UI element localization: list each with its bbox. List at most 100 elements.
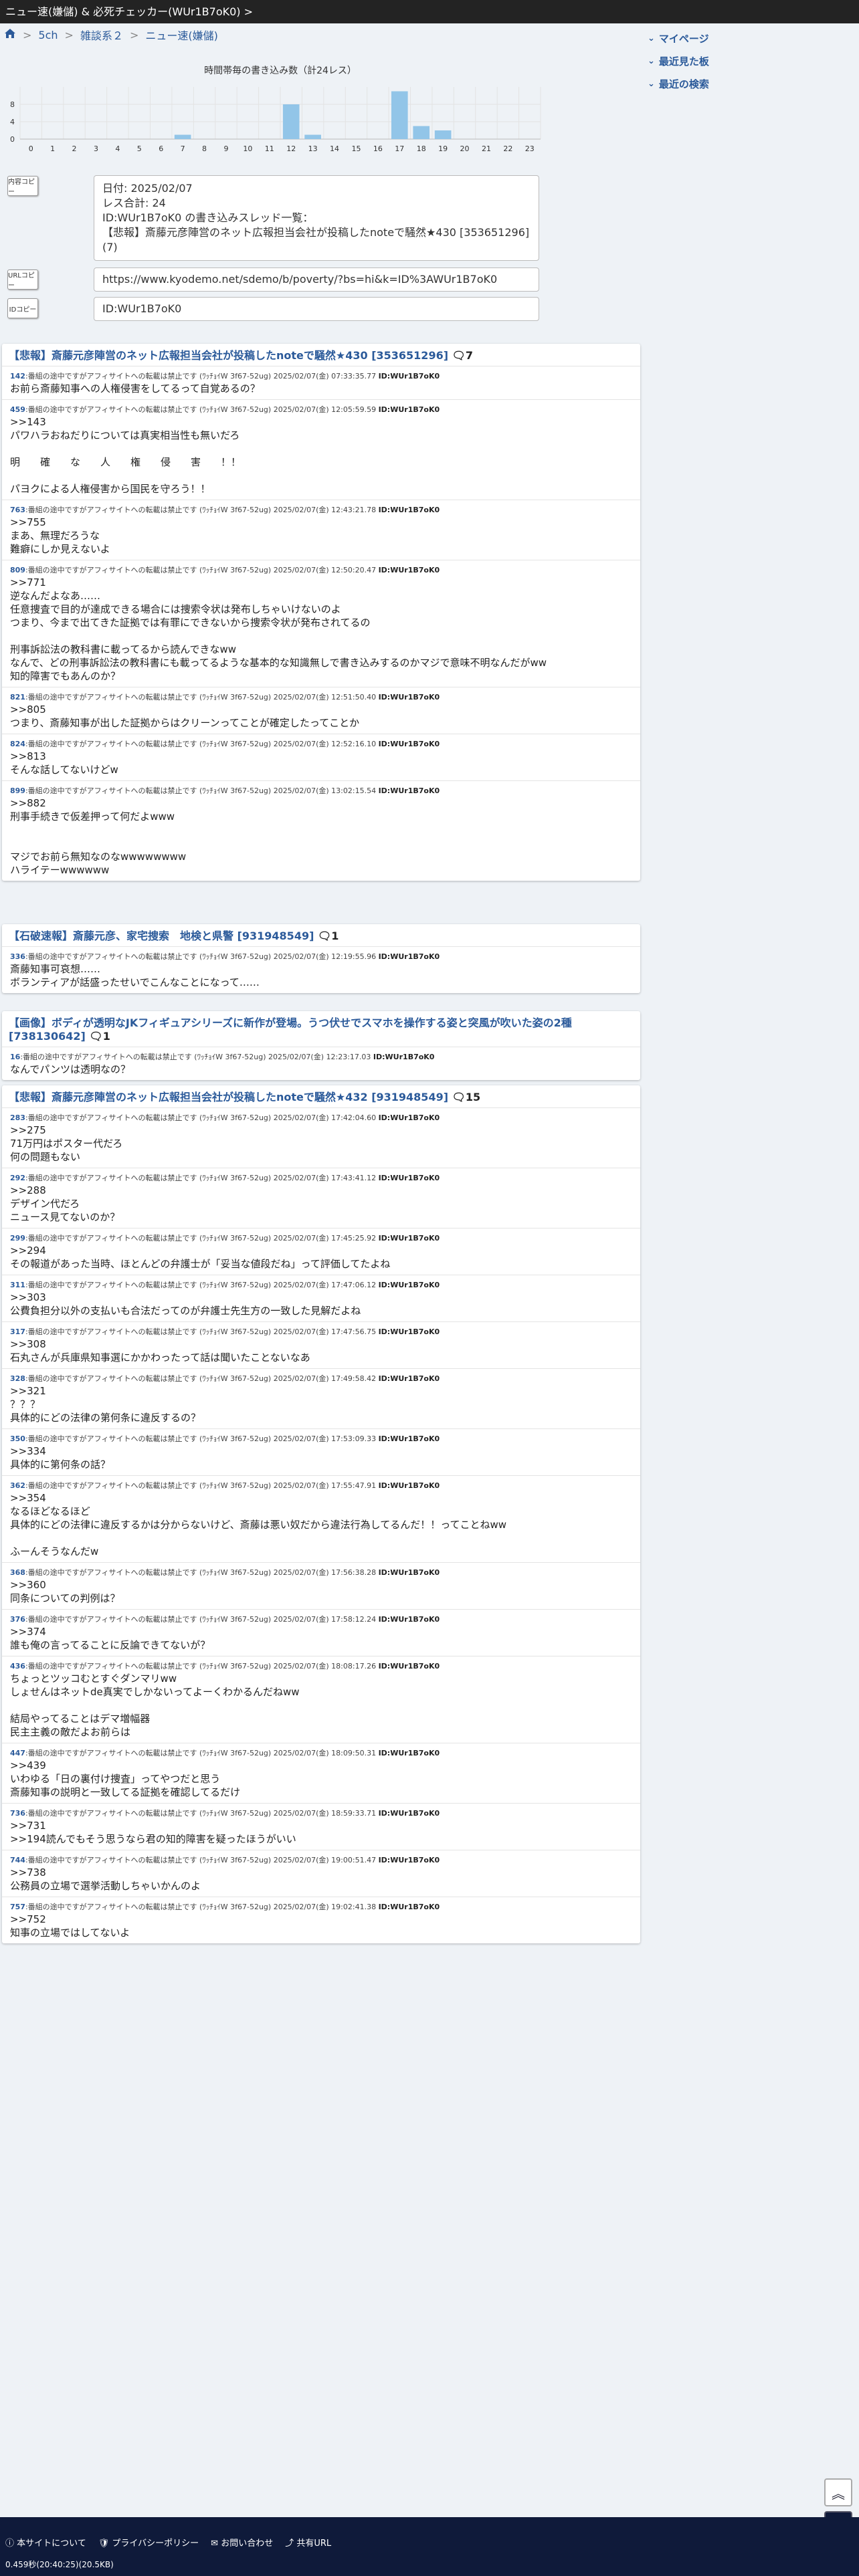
post-header: :番組の途中ですがアフィサイトへの転載は禁止です (ﾜｯﾁｮｲW 3f67-52… — [25, 405, 377, 414]
post-number[interactable]: 299 — [10, 1234, 25, 1243]
post-id[interactable]: ID:WUr1B7oK0 — [379, 1903, 440, 1911]
copy-summary-button[interactable]: 内容コピー — [7, 176, 38, 196]
x-tick-label: 23 — [525, 144, 535, 153]
post-number[interactable]: 744 — [10, 1856, 25, 1864]
render-time: 0.459秒(20:40:25)(20.5KB) — [5, 2560, 114, 2569]
post-number[interactable]: 311 — [10, 1281, 25, 1289]
post-id[interactable]: ID:WUr1B7oK0 — [379, 693, 440, 702]
post-id[interactable]: ID:WUr1B7oK0 — [379, 740, 440, 748]
post-number[interactable]: 350 — [10, 1434, 25, 1443]
contact-link[interactable]: ✉ お問い合わせ — [211, 2536, 273, 2549]
post-id[interactable]: ID:WUr1B7oK0 — [379, 1281, 440, 1289]
url-field[interactable]: https://www.kyodemo.net/sdemo/b/poverty/… — [94, 267, 539, 292]
post-id[interactable]: ID:WUr1B7oK0 — [379, 1481, 440, 1490]
thread-title[interactable]: 【悲報】斎藤元彦陣営のネット広報担当会社が投稿したnoteで騒然★430 [35… — [2, 344, 640, 366]
x-tick-label: 12 — [286, 144, 296, 153]
post-id[interactable]: ID:WUr1B7oK0 — [379, 1434, 440, 1443]
thread-title[interactable]: 【悲報】斎藤元彦陣営のネット広報担当会社が投稿したnoteで騒然★432 [93… — [2, 1085, 640, 1107]
summary-textarea[interactable]: 日付: 2025/02/07 レス合計: 24 ID:WUr1B7oK0 の書き… — [94, 175, 539, 261]
post-number[interactable]: 763 — [10, 506, 25, 514]
post-id[interactable]: ID:WUr1B7oK0 — [379, 952, 440, 961]
post-id[interactable]: ID:WUr1B7oK0 — [379, 1615, 440, 1624]
post-meta: 809:番組の途中ですがアフィサイトへの転載は禁止です (ﾜｯﾁｮｲW 3f67… — [10, 566, 632, 575]
post-number[interactable]: 317 — [10, 1327, 25, 1336]
post-meta: 447:番組の途中ですがアフィサイトへの転載は禁止です (ﾜｯﾁｮｲW 3f67… — [10, 1749, 632, 1758]
menu-recent-search[interactable]: ⌄ 最近の検索 — [648, 72, 848, 95]
post-number[interactable]: 459 — [10, 405, 25, 414]
post-meta: 744:番組の途中ですがアフィサイトへの転載は禁止です (ﾜｯﾁｮｲW 3f67… — [10, 1856, 632, 1865]
post-meta: 436:番組の途中ですがアフィサイトへの転載は禁止です (ﾜｯﾁｮｲW 3f67… — [10, 1662, 632, 1671]
x-tick-label: 8 — [202, 144, 207, 153]
privacy-link[interactable]: 🛡 プライバシーポリシー — [98, 2536, 199, 2549]
x-tick-label: 14 — [330, 144, 339, 153]
home-icon[interactable] — [4, 28, 16, 41]
post-id[interactable]: ID:WUr1B7oK0 — [379, 372, 440, 381]
post: 736:番組の途中ですがアフィサイトへの転載は禁止です (ﾜｯﾁｮｲW 3f67… — [2, 1803, 640, 1850]
menu-mypage[interactable]: ⌄ マイページ — [648, 27, 848, 49]
menu-recent-boards[interactable]: ⌄ 最近見た板 — [648, 49, 848, 72]
post-id[interactable]: ID:WUr1B7oK0 — [379, 1327, 440, 1336]
breadcrumb-item[interactable]: ニュー速(嫌儲) — [145, 27, 218, 43]
thread-count: 15 — [465, 1091, 481, 1103]
post-id[interactable]: ID:WUr1B7oK0 — [379, 786, 440, 795]
post: 459:番組の途中ですがアフィサイトへの転載は禁止です (ﾜｯﾁｮｲW 3f67… — [2, 399, 640, 500]
post-number[interactable]: 368 — [10, 1568, 25, 1577]
post-number[interactable]: 447 — [10, 1749, 25, 1757]
thread-title[interactable]: 【画像】ボディが透明なJKフィギュアシリーズに新作が登場。うつ伏せでスマホを操作… — [2, 1011, 640, 1047]
post-id[interactable]: ID:WUr1B7oK0 — [379, 1174, 440, 1182]
post-body: >>755 まあ、無理だろうな 難癖にしか見えないよ — [10, 516, 110, 555]
share-url-link[interactable]: ⤴ 共有URL — [285, 2536, 331, 2549]
comment-icon: 🗨 — [317, 930, 332, 942]
thread-card: 【悲報】斎藤元彦陣営のネット広報担当会社が投稿したnoteで騒然★430 [35… — [2, 344, 640, 881]
post-meta: 299:番組の途中ですがアフィサイトへの転載は禁止です (ﾜｯﾁｮｲW 3f67… — [10, 1234, 632, 1243]
copy-summary-tool[interactable]: 内容コピー — [5, 176, 40, 196]
x-tick-label: 6 — [159, 144, 163, 153]
scroll-top-button[interactable]: ︽ — [824, 2478, 852, 2506]
copy-id-button[interactable]: IDコピー — [7, 298, 38, 318]
post: 336:番組の途中ですがアフィサイトへの転載は禁止です (ﾜｯﾁｮｲW 3f67… — [2, 946, 640, 993]
post-id[interactable]: ID:WUr1B7oK0 — [379, 1374, 440, 1383]
post-meta: 459:番組の途中ですがアフィサイトへの転載は禁止です (ﾜｯﾁｮｲW 3f67… — [10, 405, 632, 415]
post-body: 斎藤知事可哀想…… ボランティアが話盛ったせいでこんなことになって…… — [10, 963, 260, 988]
post-number[interactable]: 821 — [10, 693, 25, 702]
post-id[interactable]: ID:WUr1B7oK0 — [379, 1113, 440, 1122]
post-header: :番組の途中ですがアフィサイトへの転載は禁止です (ﾜｯﾁｮｲW 3f67-52… — [25, 1615, 377, 1624]
post-number[interactable]: 362 — [10, 1481, 25, 1490]
post-number[interactable]: 757 — [10, 1903, 25, 1911]
post-id[interactable]: ID:WUr1B7oK0 — [379, 1749, 440, 1757]
post-number[interactable]: 283 — [10, 1113, 25, 1122]
post-number[interactable]: 328 — [10, 1374, 25, 1383]
post-id[interactable]: ID:WUr1B7oK0 — [373, 1053, 435, 1061]
post-id[interactable]: ID:WUr1B7oK0 — [379, 1856, 440, 1864]
post-number[interactable]: 376 — [10, 1615, 25, 1624]
copy-url-button[interactable]: URLコピー — [7, 270, 38, 290]
id-field[interactable]: ID:WUr1B7oK0 — [94, 297, 539, 321]
post-number[interactable]: 142 — [10, 372, 25, 381]
copy-id-tool[interactable]: IDコピー — [5, 298, 40, 318]
post-number[interactable]: 336 — [10, 952, 25, 961]
post-id[interactable]: ID:WUr1B7oK0 — [379, 1234, 440, 1243]
breadcrumb-item[interactable]: 5ch — [38, 29, 58, 41]
post-number[interactable]: 292 — [10, 1174, 25, 1182]
post-id[interactable]: ID:WUr1B7oK0 — [379, 1568, 440, 1577]
post-id[interactable]: ID:WUr1B7oK0 — [379, 405, 440, 414]
post-number[interactable]: 436 — [10, 1662, 25, 1671]
post-number[interactable]: 736 — [10, 1809, 25, 1818]
window-title: ニュー速(嫌儲) & 必死チェッカー(WUr1B7oK0) > — [0, 0, 859, 23]
post-id[interactable]: ID:WUr1B7oK0 — [379, 1809, 440, 1818]
x-tick-label: 20 — [460, 144, 470, 153]
post-number[interactable]: 899 — [10, 786, 25, 795]
thread-count: 1 — [331, 930, 339, 942]
thread-title[interactable]: 【石破速報】斎藤元彦、家宅捜索 地検と県警 [931948549] 🗨1 — [2, 924, 640, 946]
about-link[interactable]: ⓘ 本サイトについて — [5, 2536, 86, 2549]
breadcrumb-item[interactable]: 雑談系２ — [80, 27, 123, 43]
post-number[interactable]: 809 — [10, 566, 25, 574]
post-number[interactable]: 16 — [10, 1053, 20, 1061]
post-id[interactable]: ID:WUr1B7oK0 — [379, 1662, 440, 1671]
x-tick-label: 21 — [482, 144, 491, 153]
post-id[interactable]: ID:WUr1B7oK0 — [379, 506, 440, 514]
post-id[interactable]: ID:WUr1B7oK0 — [379, 566, 440, 574]
post-number[interactable]: 824 — [10, 740, 25, 748]
thread-count: 7 — [465, 349, 474, 362]
copy-url-tool[interactable]: URLコピー — [5, 270, 40, 290]
